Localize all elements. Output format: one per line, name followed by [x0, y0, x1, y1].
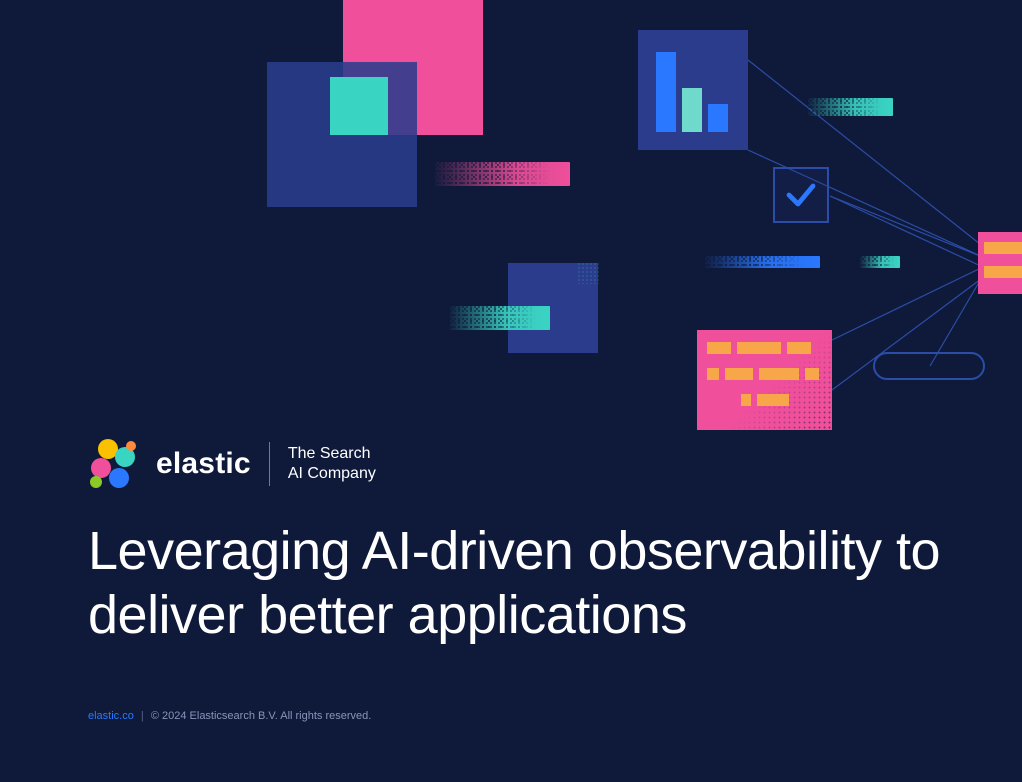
- footer-separator: |: [141, 710, 144, 722]
- footer-copyright: © 2024 Elasticsearch B.V. All rights res…: [151, 710, 371, 722]
- hero-illustration: [0, 0, 1022, 782]
- scatter-bar-teal-2: [808, 98, 893, 116]
- scatter-bar-teal-3: [860, 256, 900, 268]
- data-card-icon: [697, 330, 832, 430]
- page-title: Leveraging AI-driven observability to de…: [88, 520, 962, 647]
- edge-card-icon: [978, 232, 1022, 294]
- footer-link[interactable]: elastic.co: [88, 710, 134, 722]
- brand-lockup: elastic The Search AI Company: [88, 438, 376, 490]
- pill-outline-icon: [873, 352, 985, 380]
- elastic-logo-icon: [88, 438, 138, 490]
- brand-tagline: The Search AI Company: [288, 444, 376, 484]
- scatter-bar-blue: [705, 256, 820, 268]
- tagline-line-1: The Search: [288, 444, 376, 464]
- scatter-bar-pink: [435, 162, 570, 186]
- square-teal-small: [330, 77, 388, 135]
- footer: elastic.co | © 2024 Elasticsearch B.V. A…: [88, 710, 371, 722]
- brand-divider: [269, 442, 270, 486]
- tagline-line-2: AI Company: [288, 464, 376, 484]
- scatter-bar-teal: [450, 306, 550, 330]
- checkmark-icon: [773, 167, 829, 223]
- bar-chart-icon: [638, 30, 748, 150]
- brand-wordmark: elastic: [156, 447, 251, 481]
